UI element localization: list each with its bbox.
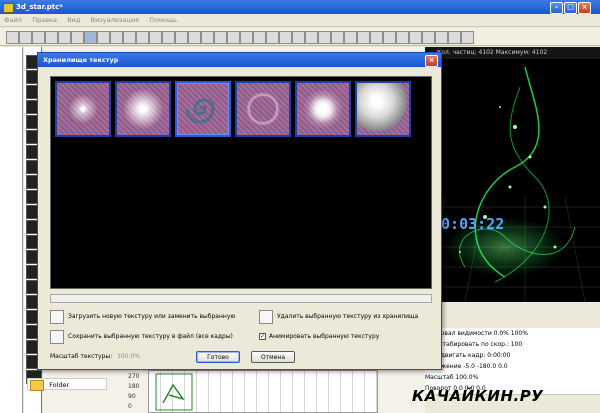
toolbar-button[interactable] [84, 31, 97, 44]
watermark-text: КАЧАЙКИН.РУ [412, 387, 544, 405]
window-title: 3d_star.ptc* [16, 3, 63, 11]
toolbar-button[interactable] [435, 31, 448, 44]
toolbar-button[interactable] [201, 31, 214, 44]
toolbar-button[interactable] [71, 31, 84, 44]
toolbar-button[interactable] [58, 31, 71, 44]
grid-ruler: 270 180 90 0 [128, 372, 146, 412]
cancel-button[interactable]: Отмена [251, 351, 295, 363]
app-icon [3, 3, 14, 13]
toolbar-button[interactable] [331, 31, 344, 44]
delete-texture-label: Удалить выбранную текстуру из хранилища [277, 313, 419, 320]
texture-burst[interactable] [295, 81, 351, 137]
toolbar-button[interactable] [279, 31, 292, 44]
toolbar-button[interactable] [110, 31, 123, 44]
toolbar-button[interactable] [318, 31, 331, 44]
scale-row: Масштаб текстуры: 100.0% [50, 351, 140, 363]
toolbar-button[interactable] [344, 31, 357, 44]
texture-soft-dot[interactable] [55, 81, 111, 137]
grid-number: 90 [128, 393, 136, 400]
toolbar-button[interactable] [422, 31, 435, 44]
menu-file[interactable]: Файл [0, 14, 26, 27]
toolbar-button[interactable] [214, 31, 227, 44]
toolbar-button[interactable] [32, 31, 45, 44]
grid-number: 0 [128, 403, 132, 410]
grid-number: 270 [128, 373, 140, 380]
folder-item[interactable]: Folder [27, 378, 107, 391]
menu-view[interactable]: Вид [63, 14, 84, 27]
texture-grid[interactable] [50, 76, 432, 289]
toolbar-button[interactable] [240, 31, 253, 44]
folder-open-icon[interactable] [50, 310, 64, 324]
spiral-icon [185, 98, 215, 124]
toolbar-button[interactable] [227, 31, 240, 44]
folder-icon [30, 379, 44, 391]
delete-icon[interactable] [259, 310, 273, 324]
dialog-close-button[interactable]: × [425, 55, 438, 67]
toolbar-button[interactable] [136, 31, 149, 44]
texture-sphere[interactable] [355, 81, 411, 137]
close-button[interactable]: × [578, 2, 591, 14]
toolbar-button[interactable] [19, 31, 32, 44]
emitter-icon [155, 373, 193, 411]
menu-edit[interactable]: Правка [28, 14, 61, 27]
toolbar-button[interactable] [448, 31, 461, 44]
dialog-title: Хранилище текстур [43, 56, 119, 64]
dialog-titlebar: Хранилище текстур × [38, 53, 441, 67]
menu-render[interactable]: Визуализация [87, 14, 143, 27]
load-texture-label: Загрузить новую текстуру или заменить вы… [68, 313, 236, 320]
animate-checkbox[interactable]: ✓ [259, 333, 266, 340]
particle-count: Кол. частиц: 4102 Максимум: 4102 [425, 47, 600, 59]
texture-storage-dialog: Хранилище текстур × Загрузить новую текс… [37, 52, 442, 370]
toolbar [0, 28, 600, 46]
texture-soft-glow[interactable] [115, 81, 171, 137]
toolbar-button[interactable] [292, 31, 305, 44]
folder-label: Folder [49, 381, 70, 389]
save-icon[interactable] [50, 330, 64, 344]
toolbar-button[interactable] [188, 31, 201, 44]
load-texture-row[interactable]: Загрузить новую текстуру или заменить вы… [50, 310, 250, 324]
save-texture-label: Сохранить выбранную текстуру в файл (все… [68, 333, 233, 340]
animate-texture-label: Анимировать выбранную текстуру [269, 333, 380, 340]
toolbar-button[interactable] [149, 31, 162, 44]
menu-help[interactable]: Помощь [145, 14, 181, 27]
toolbar-button[interactable] [97, 31, 110, 44]
toolbar-button[interactable] [305, 31, 318, 44]
grid-number: 180 [128, 383, 140, 390]
layer-tree[interactable] [0, 47, 23, 413]
scale-value: 100.0% [117, 353, 140, 360]
toolbar-button[interactable] [357, 31, 370, 44]
toolbar-button[interactable] [123, 31, 136, 44]
toolbar-button[interactable] [409, 31, 422, 44]
delete-texture-row[interactable]: Удалить выбранную текстуру из хранилища [259, 310, 439, 324]
toolbar-button[interactable] [461, 31, 474, 44]
timeline-grid[interactable] [148, 370, 378, 413]
animate-texture-row[interactable]: ✓ Анимировать выбранную текстуру [259, 330, 439, 344]
minimize-button[interactable]: – [550, 2, 563, 14]
save-texture-row[interactable]: Сохранить выбранную текстуру в файл (все… [50, 330, 250, 344]
toolbar-button[interactable] [175, 31, 188, 44]
toolbar-button[interactable] [45, 31, 58, 44]
toolbar-button[interactable] [383, 31, 396, 44]
particle-render-svg [425, 66, 600, 302]
render-preview[interactable] [425, 47, 600, 302]
toolbar-button[interactable] [396, 31, 409, 44]
window-titlebar: 3d_star.ptc* – □ × [0, 0, 600, 14]
time-display: 00:03:22 [432, 215, 505, 233]
texture-ring[interactable] [235, 81, 291, 137]
toolbar-button[interactable] [162, 31, 175, 44]
scale-label: Масштаб текстуры: [50, 353, 113, 360]
texture-spiral[interactable] [175, 81, 231, 137]
toolbar-button[interactable] [266, 31, 279, 44]
toolbar-button[interactable] [370, 31, 383, 44]
toolbar-button[interactable] [253, 31, 266, 44]
load-progress-bar [50, 294, 432, 303]
maximize-button[interactable]: □ [564, 2, 577, 14]
toolbar-button[interactable] [6, 31, 19, 44]
done-button[interactable]: Готово [196, 351, 240, 363]
menu-bar: Файл Правка Вид Визуализация Помощь [0, 14, 600, 27]
